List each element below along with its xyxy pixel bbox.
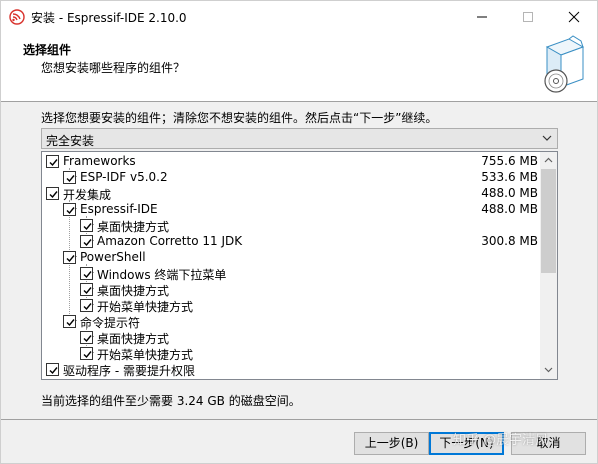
component-row-ps-startmenu-shortcut[interactable]: 开始菜单快捷方式 [42, 297, 540, 314]
checkbox[interactable] [80, 283, 93, 296]
checkmark-icon [83, 271, 92, 279]
component-row-cmd-startmenu-shortcut[interactable]: 开始菜单快捷方式 [42, 345, 540, 362]
checkmark-icon [66, 255, 75, 263]
checkmark-icon [83, 303, 92, 311]
close-icon [568, 11, 580, 23]
window-title: 安装 - Espressif-IDE 2.10.0 [31, 11, 187, 25]
checkmark-icon [83, 287, 92, 295]
component-label: ESP-IDF v5.0.2 [80, 170, 168, 184]
minimize-button[interactable] [459, 1, 505, 32]
chevron-up-icon [544, 157, 553, 163]
component-row-drivers[interactable]: 驱动程序 - 需要提升权限 [42, 361, 540, 378]
checkmark-icon [83, 223, 92, 231]
component-label: PowerShell [80, 250, 146, 264]
close-button[interactable] [551, 1, 597, 32]
checkmark-icon [83, 335, 92, 343]
minimize-icon [477, 16, 487, 18]
component-label: 驱动程序 - 需要提升权限 [63, 364, 195, 378]
checkmark-icon [66, 175, 75, 183]
checkmark-icon [66, 207, 75, 215]
checkbox[interactable] [46, 155, 59, 168]
component-row-esp-idf[interactable]: ESP-IDF v5.0.2 533.6 MB [42, 169, 540, 185]
checkmark-icon [66, 319, 75, 327]
component-tree[interactable]: Frameworks 755.6 MB ESP-IDF v5.0.2 533.6… [41, 151, 558, 380]
checkbox[interactable] [80, 299, 93, 312]
maximize-button[interactable] [505, 1, 551, 32]
component-size: 755.6 MB [481, 154, 538, 168]
page-subtitle: 您想安装哪些程序的组件？ [41, 61, 186, 75]
page-title: 选择组件 [23, 43, 72, 57]
component-row-cmd[interactable]: 命令提示符 [42, 313, 540, 330]
component-label: Espressif-IDE [80, 202, 158, 216]
checkbox[interactable] [63, 203, 76, 216]
component-row-frameworks[interactable]: Frameworks 755.6 MB [42, 153, 540, 169]
component-row-espressif-ide[interactable]: Espressif-IDE 488.0 MB [42, 201, 540, 217]
component-label: Amazon Corretto 11 JDK [97, 234, 243, 248]
checkbox[interactable] [80, 235, 93, 248]
component-size: 533.6 MB [481, 170, 538, 184]
component-row-corretto-jdk[interactable]: Amazon Corretto 11 JDK 300.8 MB [42, 233, 540, 249]
component-label: Frameworks [63, 154, 136, 168]
checkmark-icon [49, 159, 58, 167]
checkbox[interactable] [80, 347, 93, 360]
espressif-icon [9, 9, 25, 25]
checkbox[interactable] [80, 267, 93, 280]
chevron-down-icon [542, 135, 552, 141]
component-row-dev-integration[interactable]: 开发集成 488.0 MB [42, 185, 540, 202]
component-row-ide-desktop-shortcut[interactable]: 桌面快捷方式 [42, 217, 540, 234]
checkbox[interactable] [80, 219, 93, 232]
footer-divider [1, 419, 597, 420]
installer-box-disc-graphic [544, 35, 585, 93]
checkmark-icon [83, 239, 92, 247]
checkmark-icon [49, 191, 58, 199]
install-type-select[interactable]: 完全安装 [41, 128, 558, 149]
component-row-powershell[interactable]: PowerShell [42, 249, 540, 265]
component-row-ps-desktop-shortcut[interactable]: 桌面快捷方式 [42, 281, 540, 298]
component-size: 488.0 MB [481, 202, 538, 216]
wizard-header: 选择组件 您想安装哪些程序的组件？ [1, 32, 597, 102]
back-button[interactable]: 上一步(B) [354, 432, 429, 455]
checkbox[interactable] [80, 331, 93, 344]
install-type-value: 完全安装 [46, 134, 95, 148]
checkbox[interactable] [63, 171, 76, 184]
checkmark-icon [83, 351, 92, 359]
component-row-terminal-dropdown[interactable]: Windows 终端下拉菜单 [42, 265, 540, 282]
checkbox[interactable] [63, 251, 76, 264]
instruction-text: 选择您想要安装的组件；清除您不想安装的组件。然后点击“下一步”继续。 [41, 111, 438, 125]
component-row-cmd-desktop-shortcut[interactable]: 桌面快捷方式 [42, 329, 540, 346]
title-bar: 安装 - Espressif-IDE 2.10.0 [1, 1, 597, 32]
disk-space-info: 当前选择的组件至少需要 3.24 GB 的磁盘空间。 [41, 394, 301, 408]
watermark: 知乎 @晨宇清风 [453, 433, 549, 448]
checkmark-icon [49, 367, 58, 375]
maximize-icon [523, 12, 533, 22]
checkbox[interactable] [63, 315, 76, 328]
checkbox[interactable] [46, 187, 59, 200]
component-size: 488.0 MB [481, 186, 538, 200]
scroll-thumb[interactable] [541, 169, 556, 273]
component-size: 300.8 MB [481, 234, 538, 248]
chevron-down-icon [544, 367, 553, 373]
tree-scrollbar[interactable] [540, 152, 557, 379]
installer-window: 安装 - Espressif-IDE 2.10.0 选择组件 您想安装哪些程序的… [0, 0, 598, 464]
scroll-up-button[interactable] [540, 152, 557, 169]
checkbox[interactable] [46, 363, 59, 376]
scroll-down-button[interactable] [540, 362, 557, 379]
